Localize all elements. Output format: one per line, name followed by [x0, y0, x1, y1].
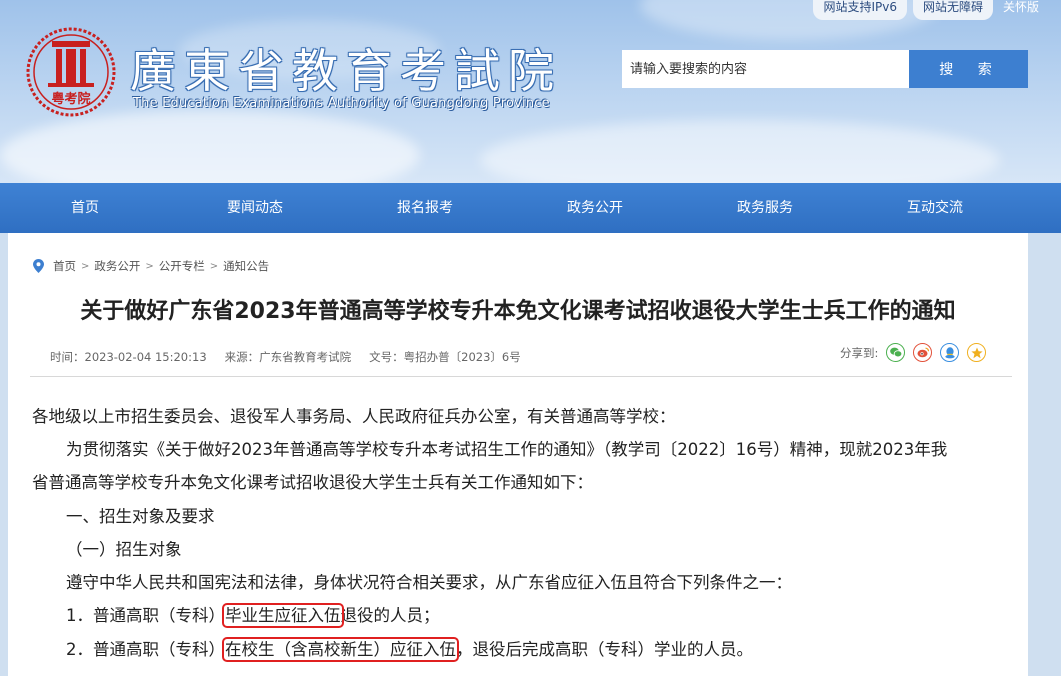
intro-line-1: 为贯彻落实《关于做好2023年普通高等学校专升本考试招生工作的通知》（教学司〔2… [66, 440, 948, 459]
breadcrumb-separator-icon: > [209, 260, 219, 272]
salutation: 各地级以上市招生委员会、退役军人事务局、人民政府征兵办公室，有关普通高等学校： [32, 407, 676, 426]
publish-time: 时间：2023-02-04 15:20:13 [50, 350, 207, 364]
share-bar: 分享到: [840, 343, 987, 362]
breadcrumb-separator-icon: > [145, 260, 154, 272]
site-name-cn[interactable]: 廣東省教育考試院 [130, 35, 562, 101]
breadcrumb-column[interactable]: 公开专栏 [159, 258, 205, 274]
nav-item-gov-affairs[interactable]: 政务公开 [510, 183, 680, 233]
eligibility-item-2: 2．普通高职（专科）在校生（含高校新生）应征入伍，退役后完成高职（专科）学业的人… [66, 637, 753, 662]
location-pin-icon [33, 259, 44, 273]
article-source: 来源：广东省教育考试院 [224, 350, 352, 364]
subsection-heading-1: （一）招生对象 [66, 540, 182, 559]
breadcrumb: 首页 > 政务公开 > 公开专栏 > 通知公告 [33, 258, 269, 274]
breadcrumb-gov-affairs[interactable]: 政务公开 [94, 258, 140, 274]
nav-item-gov-services[interactable]: 政务服务 [680, 183, 850, 233]
breadcrumb-home[interactable]: 首页 [53, 258, 76, 274]
nav-item-news[interactable]: 要闻动态 [170, 183, 340, 233]
breadcrumb-notices[interactable]: 通知公告 [223, 258, 269, 274]
document-number: 文号：粤招办普〔2023〕6号 [369, 350, 521, 364]
wechat-icon[interactable] [886, 343, 906, 362]
highlight-box: 在校生（含高校新生）应征入伍 [222, 637, 459, 662]
nav-item-registration[interactable]: 报名报考 [340, 183, 510, 233]
site-header: 网站支持IPv6 网站无障碍 关怀版 粤考院 廣東省教育考試院 The Educ… [0, 0, 1061, 183]
breadcrumb-separator-icon: > [81, 260, 90, 272]
ipv6-link[interactable]: 网站支持IPv6 [813, 0, 907, 20]
top-links: 网站支持IPv6 网站无障碍 关怀版 [813, 0, 1043, 20]
weibo-icon[interactable] [913, 343, 933, 362]
highlight-box: 毕业生应征入伍 [222, 603, 344, 628]
search-bar: 搜 索 [622, 50, 1028, 88]
qzone-icon[interactable] [967, 343, 987, 362]
eligibility-intro: 遵守中华人民共和国宪法和法律，身体状况符合相关要求，从广东省应征入伍且符合下列条… [66, 573, 792, 592]
article-container: 首页 > 政务公开 > 公开专栏 > 通知公告 关于做好广东省2023年普通高等… [8, 233, 1028, 676]
search-input[interactable] [622, 50, 909, 88]
qq-icon[interactable] [940, 343, 960, 362]
share-label: 分享到: [840, 345, 879, 360]
article-meta: 时间：2023-02-04 15:20:13 来源：广东省教育考试院 文号：粤招… [50, 349, 521, 365]
meta-divider [30, 376, 1012, 377]
search-button[interactable]: 搜 索 [909, 50, 1028, 88]
nav-item-home[interactable]: 首页 [0, 183, 170, 233]
eligibility-item-1: 1．普通高职（专科）毕业生应征入伍退役的人员； [66, 603, 440, 628]
nav-item-interaction[interactable]: 互动交流 [850, 183, 1020, 233]
site-seal-logo[interactable]: 粤考院 [26, 27, 116, 117]
accessibility-link[interactable]: 网站无障碍 [912, 0, 993, 20]
svg-text:粤考院: 粤考院 [51, 91, 90, 107]
site-name-en: The Education Examinations Authority of … [133, 96, 550, 111]
article-title: 关于做好广东省2023年普通高等学校专升本免文化课考试招收退役大学生士兵工作的通… [80, 299, 956, 324]
care-mode-link[interactable]: 关怀版 [999, 0, 1043, 20]
main-nav: 首页 要闻动态 报名报考 政务公开 政务服务 互动交流 [0, 183, 1061, 233]
intro-line-2: 省普通高等学校专升本免文化课考试招收退役大学生士兵有关工作通知如下： [32, 473, 593, 492]
section-heading-1: 一、招生对象及要求 [66, 507, 215, 526]
